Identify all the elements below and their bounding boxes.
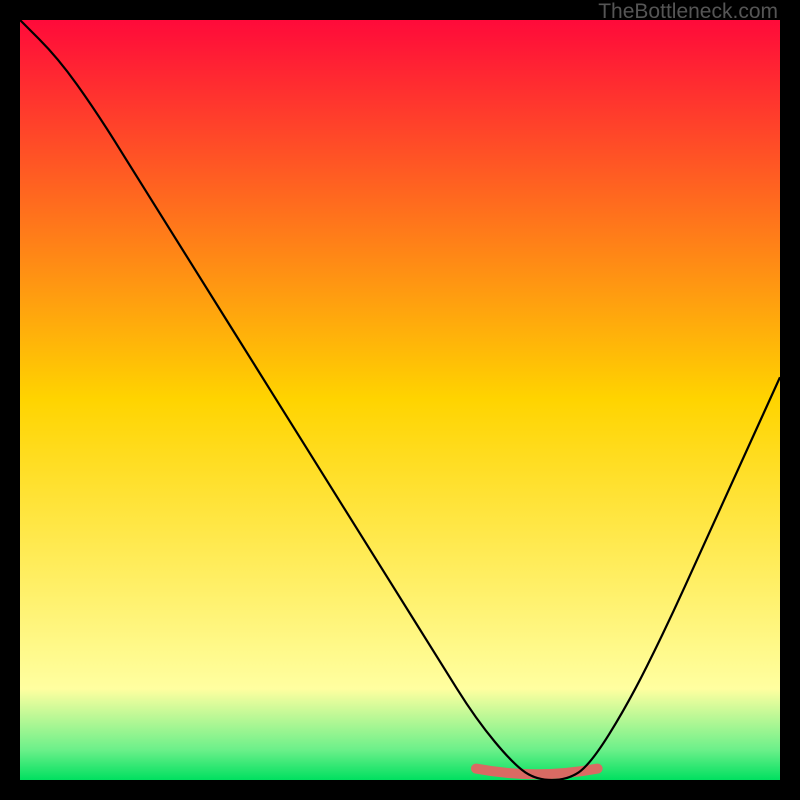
chart-plot-area <box>20 20 780 780</box>
watermark-text: TheBottleneck.com <box>598 0 778 24</box>
chart-svg <box>20 20 780 780</box>
chart-background <box>20 20 780 780</box>
